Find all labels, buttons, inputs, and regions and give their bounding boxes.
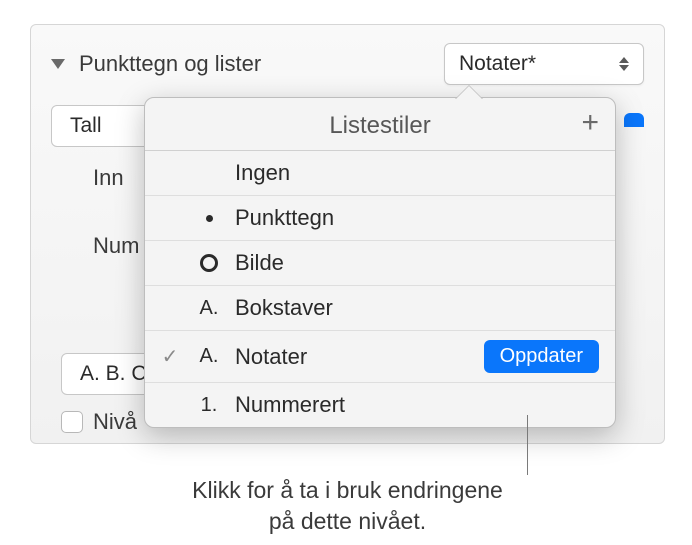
style-label: Notater xyxy=(235,344,478,370)
section-title: Punkttegn og lister xyxy=(79,51,434,77)
callout-line2: på dette nivået. xyxy=(269,508,426,534)
style-list: Ingen Punkttegn Bilde A. Bokstaver ✓ A. … xyxy=(145,151,615,427)
checkmark-icon: ✓ xyxy=(157,344,183,369)
style-label: Nummerert xyxy=(235,392,599,418)
bullet-preview: A. xyxy=(189,297,229,320)
style-label: Bokstaver xyxy=(235,295,599,321)
bullet-preview xyxy=(189,215,229,222)
ring-icon xyxy=(200,254,218,272)
style-item-none[interactable]: Ingen xyxy=(145,151,615,196)
style-item-letters[interactable]: A. Bokstaver xyxy=(145,286,615,331)
levels-checkbox[interactable] xyxy=(61,411,83,433)
chevrons-icon xyxy=(619,57,629,71)
style-item-image[interactable]: Bilde xyxy=(145,241,615,286)
callout-leader-line xyxy=(527,415,528,475)
list-styles-popover: Listestiler + Ingen Punkttegn Bilde A. B… xyxy=(144,97,616,428)
disclosure-triangle-icon[interactable] xyxy=(51,59,65,69)
bullets-lists-header: Punkttegn og lister Notater* xyxy=(31,25,664,97)
bullet-preview: 1. xyxy=(189,394,229,417)
list-style-value: Notater* xyxy=(459,52,536,76)
number-label: Num xyxy=(93,233,139,259)
callout-text: Klikk for å ta i bruk endringene på dett… xyxy=(115,475,580,537)
dot-icon xyxy=(206,215,213,222)
popover-title: Listestiler xyxy=(329,112,430,140)
style-item-numbered[interactable]: 1. Nummerert xyxy=(145,383,615,427)
popover-header: Listestiler + xyxy=(145,98,615,151)
callout-line1: Klikk for å ta i bruk endringene xyxy=(192,477,503,503)
style-label: Bilde xyxy=(235,250,599,276)
levels-checkbox-row: Nivå xyxy=(61,409,137,435)
style-label: Ingen xyxy=(235,160,599,186)
add-style-button[interactable]: + xyxy=(581,108,599,138)
bullet-preview: A. xyxy=(189,345,229,368)
style-label: Punkttegn xyxy=(235,205,599,231)
update-button[interactable]: Oppdater xyxy=(484,340,599,373)
indent-label: Inn xyxy=(93,165,139,191)
levels-checkbox-label: Nivå xyxy=(93,409,137,435)
style-item-notes[interactable]: ✓ A. Notater Oppdater xyxy=(145,331,615,383)
style-item-bullet[interactable]: Punkttegn xyxy=(145,196,615,241)
bullet-preview xyxy=(189,254,229,272)
toggle-edge xyxy=(624,113,644,127)
list-style-dropdown[interactable]: Notater* xyxy=(444,43,644,85)
side-labels: Inn Num xyxy=(93,165,139,259)
